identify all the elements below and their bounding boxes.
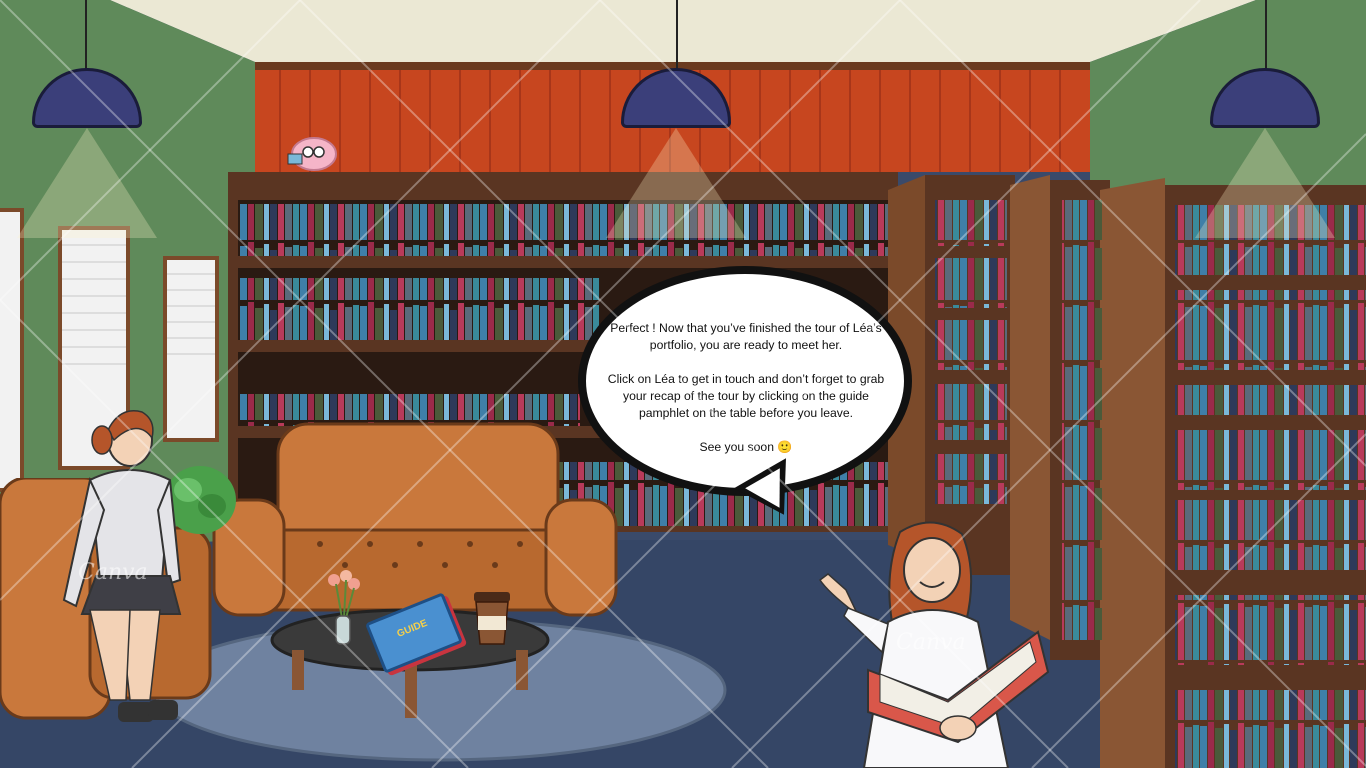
sofa [212, 422, 618, 617]
speech-bubble-text: Perfect ! Now that you’ve finished the t… [606, 320, 886, 456]
lamp-light [17, 128, 157, 238]
lamp-cord [676, 0, 678, 70]
bubble-message-2: Click on Léa to get in touch and don’t f… [607, 372, 885, 420]
lamp-light [1195, 128, 1335, 238]
bubble-message-1: Perfect ! Now that you’ve finished the t… [610, 321, 882, 352]
pamphlet-label: GUIDE [395, 617, 430, 640]
canva-watermark: Canva [896, 630, 966, 655]
lamp-cord [85, 0, 87, 70]
lamp-light [606, 128, 746, 238]
library-scene: GUIDE Perfect ! Now that you’ve finished… [0, 0, 1366, 768]
brain-mascot-icon[interactable] [284, 134, 340, 176]
coffee-cup-icon [474, 592, 510, 645]
bubble-message-3: See you soon 🙂 [699, 440, 793, 454]
canva-watermark: Canva [78, 560, 148, 585]
lamp-cord [1265, 0, 1267, 70]
flower-vase-icon [328, 570, 360, 645]
